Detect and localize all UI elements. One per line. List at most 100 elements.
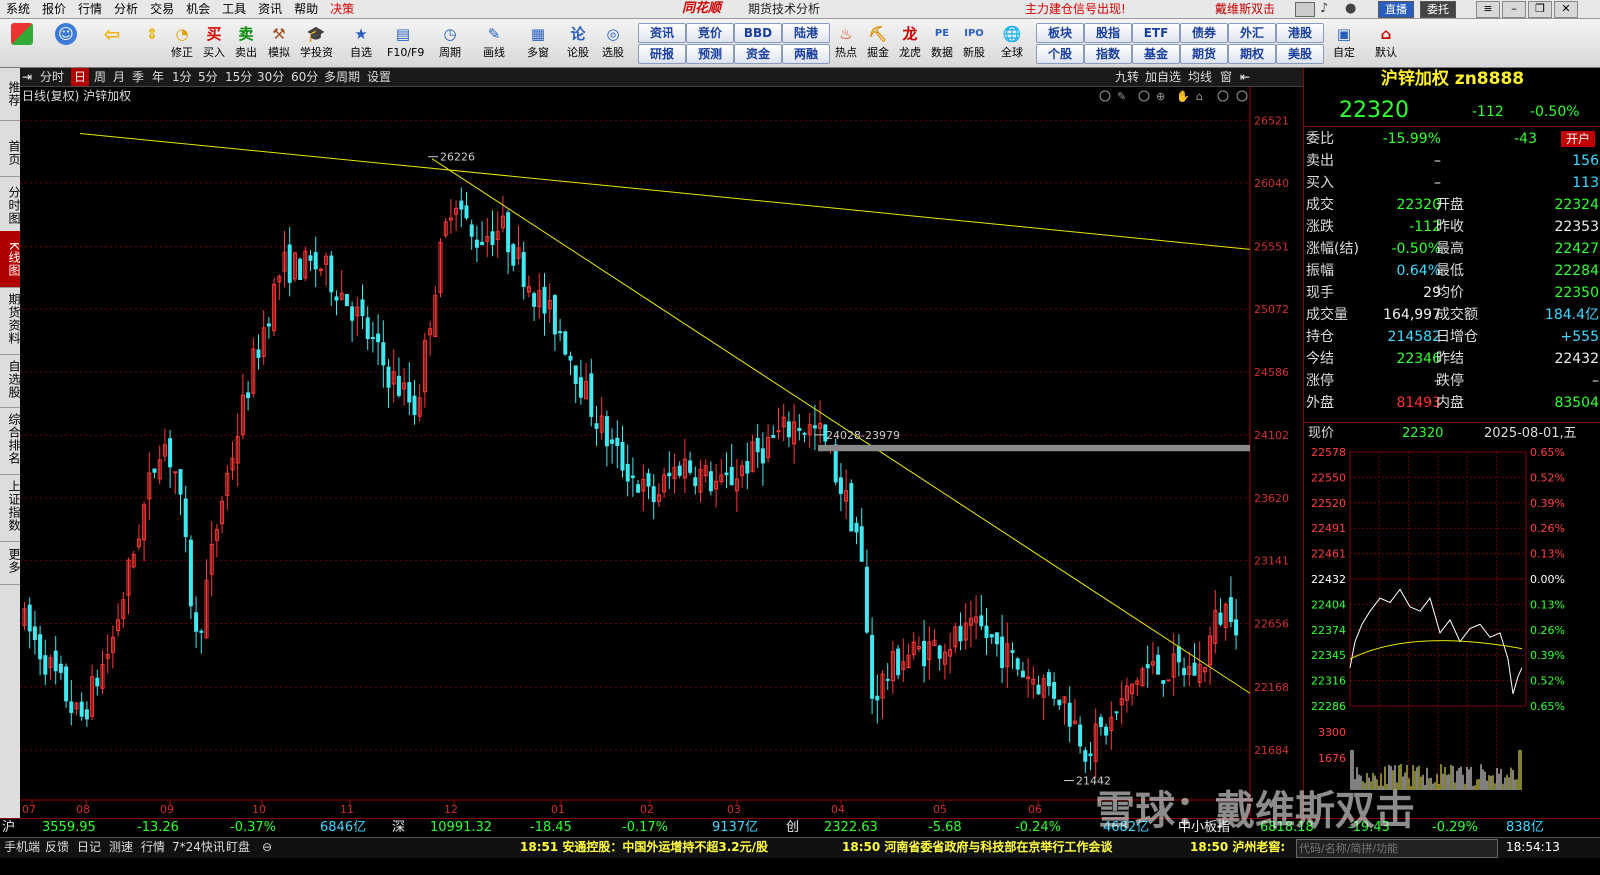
restore-icon[interactable]: ❐ bbox=[1528, 1, 1552, 18]
dragon-tiger-button[interactable]: 龙龙虎 bbox=[894, 21, 926, 65]
news-box[interactable]: 资讯 bbox=[638, 23, 686, 43]
stock-box[interactable]: 个股 bbox=[1036, 44, 1084, 64]
buy-button[interactable]: 买买入 bbox=[198, 21, 230, 65]
tab-kline[interactable]: K线图 bbox=[0, 231, 21, 288]
diary-tab[interactable]: 日记 bbox=[77, 838, 101, 856]
correct-button[interactable]: ◔ 修正 bbox=[166, 21, 198, 65]
expand-icon[interactable]: ⇤ bbox=[1240, 68, 1250, 86]
period-5min[interactable]: 5分 bbox=[198, 68, 218, 86]
open-account-button[interactable]: 开户 bbox=[1560, 131, 1595, 147]
global-button[interactable]: 🌐 全球 bbox=[996, 21, 1028, 65]
index-ticker-item[interactable]: 创 bbox=[786, 819, 799, 837]
futures-box[interactable]: 期货 bbox=[1180, 44, 1228, 64]
kline-chart[interactable]: 26521 26040 25551 25072 24586 24102 23620 23141… bbox=[20, 87, 1303, 818]
period-15min[interactable]: 15分 bbox=[225, 68, 252, 86]
tab-recommend[interactable]: 推荐 bbox=[0, 68, 21, 121]
custom-button[interactable]: ▣ 自定 bbox=[1328, 21, 1360, 65]
bell-icon[interactable]: ♪ bbox=[1320, 1, 1328, 16]
index-ticker-item[interactable]: 深 bbox=[392, 819, 405, 837]
tab-timeshare[interactable]: 分时图 bbox=[0, 176, 21, 235]
back-button[interactable]: ⇦ bbox=[96, 21, 128, 65]
index-box[interactable]: 指数 bbox=[1084, 44, 1132, 64]
period-week[interactable]: 周 bbox=[94, 68, 106, 86]
period-day[interactable]: 日 bbox=[71, 68, 89, 86]
mini-timeshare-chart[interactable]: 22578 0.65% 22550 0.52% 22520 0.39% 22491 0.26%… bbox=[1304, 448, 1600, 808]
select-stock-button[interactable]: ◎ 选股 bbox=[597, 21, 629, 65]
hk-connect-box[interactable]: 陆港 bbox=[782, 23, 830, 43]
market-tab[interactable]: 行情 bbox=[141, 838, 165, 856]
simulate-button[interactable]: ⚒ 模拟 bbox=[263, 21, 295, 65]
speedtest-tab[interactable]: 测速 bbox=[109, 838, 133, 856]
nine-turn-button[interactable]: 九转 bbox=[1115, 68, 1139, 86]
fund-box[interactable]: 基金 bbox=[1132, 44, 1180, 64]
tab-sh-index[interactable]: 上证指数 bbox=[0, 471, 21, 542]
menu-news[interactable]: 资讯 bbox=[252, 0, 288, 18]
news-ticker-1[interactable]: 18:51 安通控股：中国外运增持不超3.2元/股 bbox=[520, 838, 768, 856]
ma-button[interactable]: 均线 bbox=[1188, 68, 1212, 86]
robot-button[interactable]: ☺ bbox=[50, 21, 82, 65]
add-watchlist-button[interactable]: 加自选 bbox=[1145, 68, 1181, 86]
sell-button[interactable]: 卖卖出 bbox=[230, 21, 262, 65]
app-grid-button[interactable] bbox=[6, 21, 38, 65]
index-ticker-item[interactable]: 沪 bbox=[2, 819, 15, 837]
period-timeshare[interactable]: 分时 bbox=[40, 68, 64, 86]
news-ticker-2[interactable]: 18:50 河南省委省政府与科技部在京举行工作会谈 bbox=[842, 838, 1112, 856]
tab-watchlist[interactable]: 自选股 bbox=[0, 351, 21, 408]
menu-decision[interactable]: 决策 bbox=[324, 0, 360, 18]
fund-flow-box[interactable]: 资金 bbox=[734, 44, 782, 64]
period-1min[interactable]: 1分 bbox=[172, 68, 192, 86]
menu-tools[interactable]: 工具 bbox=[216, 0, 252, 18]
page-up-down-button[interactable]: ⇕ bbox=[136, 21, 168, 65]
margin-box[interactable]: 两融 bbox=[782, 44, 830, 64]
period-year[interactable]: 年 bbox=[152, 68, 164, 86]
signal-notice-link[interactable]: 主力建仓信号出现! bbox=[1025, 0, 1126, 18]
draw-line-button[interactable]: ✎ 画线 bbox=[478, 21, 510, 65]
period-month[interactable]: 月 bbox=[113, 68, 125, 86]
order-button[interactable]: 委托 bbox=[1420, 1, 1456, 18]
collapse-icon[interactable]: ⇥ bbox=[22, 68, 32, 86]
menu-analysis[interactable]: 分析 bbox=[108, 0, 144, 18]
bbd-box[interactable]: BBD bbox=[734, 23, 782, 43]
notice-link-2[interactable]: 戴维斯双击 bbox=[1215, 0, 1275, 18]
watchlist-button[interactable]: ★ 自选 bbox=[345, 21, 377, 65]
f10-button[interactable]: ▤ F10/F9 bbox=[387, 21, 424, 65]
mobile-tab[interactable]: 手机端 bbox=[4, 838, 40, 856]
discuss-button[interactable]: 论论股 bbox=[562, 21, 594, 65]
menu-icon[interactable]: ≡ bbox=[1476, 1, 1500, 18]
tab-ranking[interactable]: 综合排名 bbox=[0, 404, 21, 475]
menu-help[interactable]: 帮助 bbox=[288, 0, 324, 18]
dig-gold-button[interactable]: ⛏ 掘金 bbox=[862, 21, 894, 65]
us-stock-box[interactable]: 美股 bbox=[1276, 44, 1324, 64]
user-icon[interactable]: ● bbox=[1345, 1, 1356, 16]
monitor-tab[interactable]: 盯盘 bbox=[226, 838, 250, 856]
period-60min[interactable]: 60分 bbox=[291, 68, 318, 86]
etf-box[interactable]: ETF bbox=[1132, 23, 1180, 43]
minimize-icon[interactable]: – bbox=[1502, 1, 1526, 18]
multi-window-button[interactable]: ▦ 多窗 bbox=[522, 21, 554, 65]
menu-system[interactable]: 系统 bbox=[0, 0, 36, 18]
feedback-tab[interactable]: 反馈 bbox=[45, 838, 69, 856]
menu-market[interactable]: 行情 bbox=[72, 0, 108, 18]
period-quarter[interactable]: 季 bbox=[132, 68, 144, 86]
search-input[interactable] bbox=[1296, 839, 1498, 858]
menu-trade[interactable]: 交易 bbox=[144, 0, 180, 18]
settings-button[interactable]: 设置 bbox=[367, 68, 391, 86]
hand-icon[interactable]: ✋ bbox=[1176, 90, 1190, 103]
menu-quote[interactable]: 报价 bbox=[36, 0, 72, 18]
live-button[interactable]: 直播 bbox=[1378, 1, 1414, 18]
tab-futures-info[interactable]: 期货资料 bbox=[0, 284, 21, 355]
research-box[interactable]: 研报 bbox=[638, 44, 686, 64]
learn-invest-button[interactable]: 🎓 学投资 bbox=[300, 21, 333, 65]
hk-stock-box[interactable]: 港股 bbox=[1276, 23, 1324, 43]
options-box[interactable]: 期权 bbox=[1228, 44, 1276, 64]
ipo-button[interactable]: IPO 新股 bbox=[958, 21, 990, 65]
tab-home[interactable]: 首页 bbox=[0, 130, 21, 177]
forex-box[interactable]: 外汇 bbox=[1228, 23, 1276, 43]
news-ticker-3[interactable]: 18:50 泸州老窖: bbox=[1190, 838, 1285, 856]
data-button[interactable]: PE 数据 bbox=[926, 21, 958, 65]
flash-news-tab[interactable]: 7*24快讯 bbox=[172, 838, 225, 856]
pen-icon[interactable]: ✎ bbox=[1117, 90, 1126, 103]
cross-icon[interactable]: ⊕ bbox=[1156, 90, 1165, 103]
forecast-box[interactable]: 预测 bbox=[686, 44, 734, 64]
stock-index-box[interactable]: 股指 bbox=[1084, 23, 1132, 43]
